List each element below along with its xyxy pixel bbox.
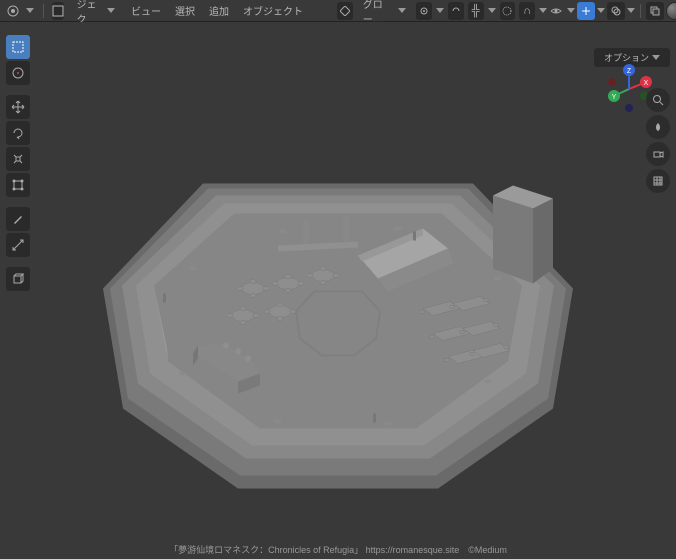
proportional-icon[interactable] — [500, 2, 516, 20]
xray-icon[interactable] — [646, 2, 664, 20]
snap-icon[interactable] — [448, 2, 464, 20]
gizmo-toggle-icon[interactable] — [577, 2, 595, 20]
chevron-down-icon — [539, 8, 547, 13]
chevron-down-icon — [597, 8, 605, 13]
toolbar-right — [646, 88, 670, 193]
tool-scale[interactable] — [6, 147, 30, 171]
tool-add-cube[interactable] — [6, 267, 30, 291]
footer-credit: 「夢游仙境ロマネスク：Chronicles of Refugia」 https:… — [0, 543, 676, 556]
menu-select[interactable]: 選択 — [171, 1, 199, 20]
chevron-down-icon — [107, 8, 115, 13]
shading-modes — [666, 2, 676, 20]
header: オブジェクト… ビュー 選択 追加 オブジェクト グロー… ╬ ∩ — [0, 0, 676, 22]
chevron-down-icon — [436, 8, 444, 13]
header-right — [547, 2, 676, 20]
tool-move[interactable] — [6, 95, 30, 119]
chevron-down-icon — [652, 55, 660, 60]
tool-transform[interactable] — [6, 173, 30, 197]
tool-rotate[interactable] — [6, 121, 30, 145]
menu-add[interactable]: 追加 — [205, 1, 233, 20]
proportional-type-icon[interactable]: ∩ — [519, 2, 535, 20]
tool-cursor[interactable] — [6, 61, 30, 85]
shading-wireframe[interactable] — [667, 3, 676, 19]
chevron-down-icon — [26, 8, 34, 13]
separator — [640, 4, 641, 18]
move-view-button[interactable] — [646, 115, 670, 139]
perspective-button[interactable] — [646, 169, 670, 193]
zoom-button[interactable] — [646, 88, 670, 112]
tool-annotate[interactable] — [6, 207, 30, 231]
pivot-icon[interactable] — [416, 2, 432, 20]
orientation-icon[interactable] — [337, 2, 353, 20]
svg-text:X: X — [644, 80, 649, 87]
mode-icon[interactable] — [52, 2, 64, 20]
snap-type-icon[interactable]: ╬ — [468, 2, 484, 20]
visibility-icon[interactable] — [547, 2, 565, 20]
toolbar-left — [6, 35, 30, 291]
viewport-3d[interactable]: オプション X Y Z — [0, 22, 676, 559]
tool-measure[interactable] — [6, 233, 30, 257]
menu-view[interactable]: ビュー — [127, 1, 165, 20]
chevron-down-icon — [567, 8, 575, 13]
chevron-down-icon — [488, 8, 496, 13]
chevron-down-icon — [398, 8, 406, 13]
svg-text:Z: Z — [627, 68, 632, 75]
editor-type-icon[interactable] — [6, 3, 20, 19]
menu-object[interactable]: オブジェクト — [239, 1, 307, 20]
tool-select-box[interactable] — [6, 35, 30, 59]
camera-view-button[interactable] — [646, 142, 670, 166]
scene-render — [58, 58, 618, 523]
chevron-down-icon — [627, 8, 635, 13]
overlay-icon[interactable] — [607, 2, 625, 20]
